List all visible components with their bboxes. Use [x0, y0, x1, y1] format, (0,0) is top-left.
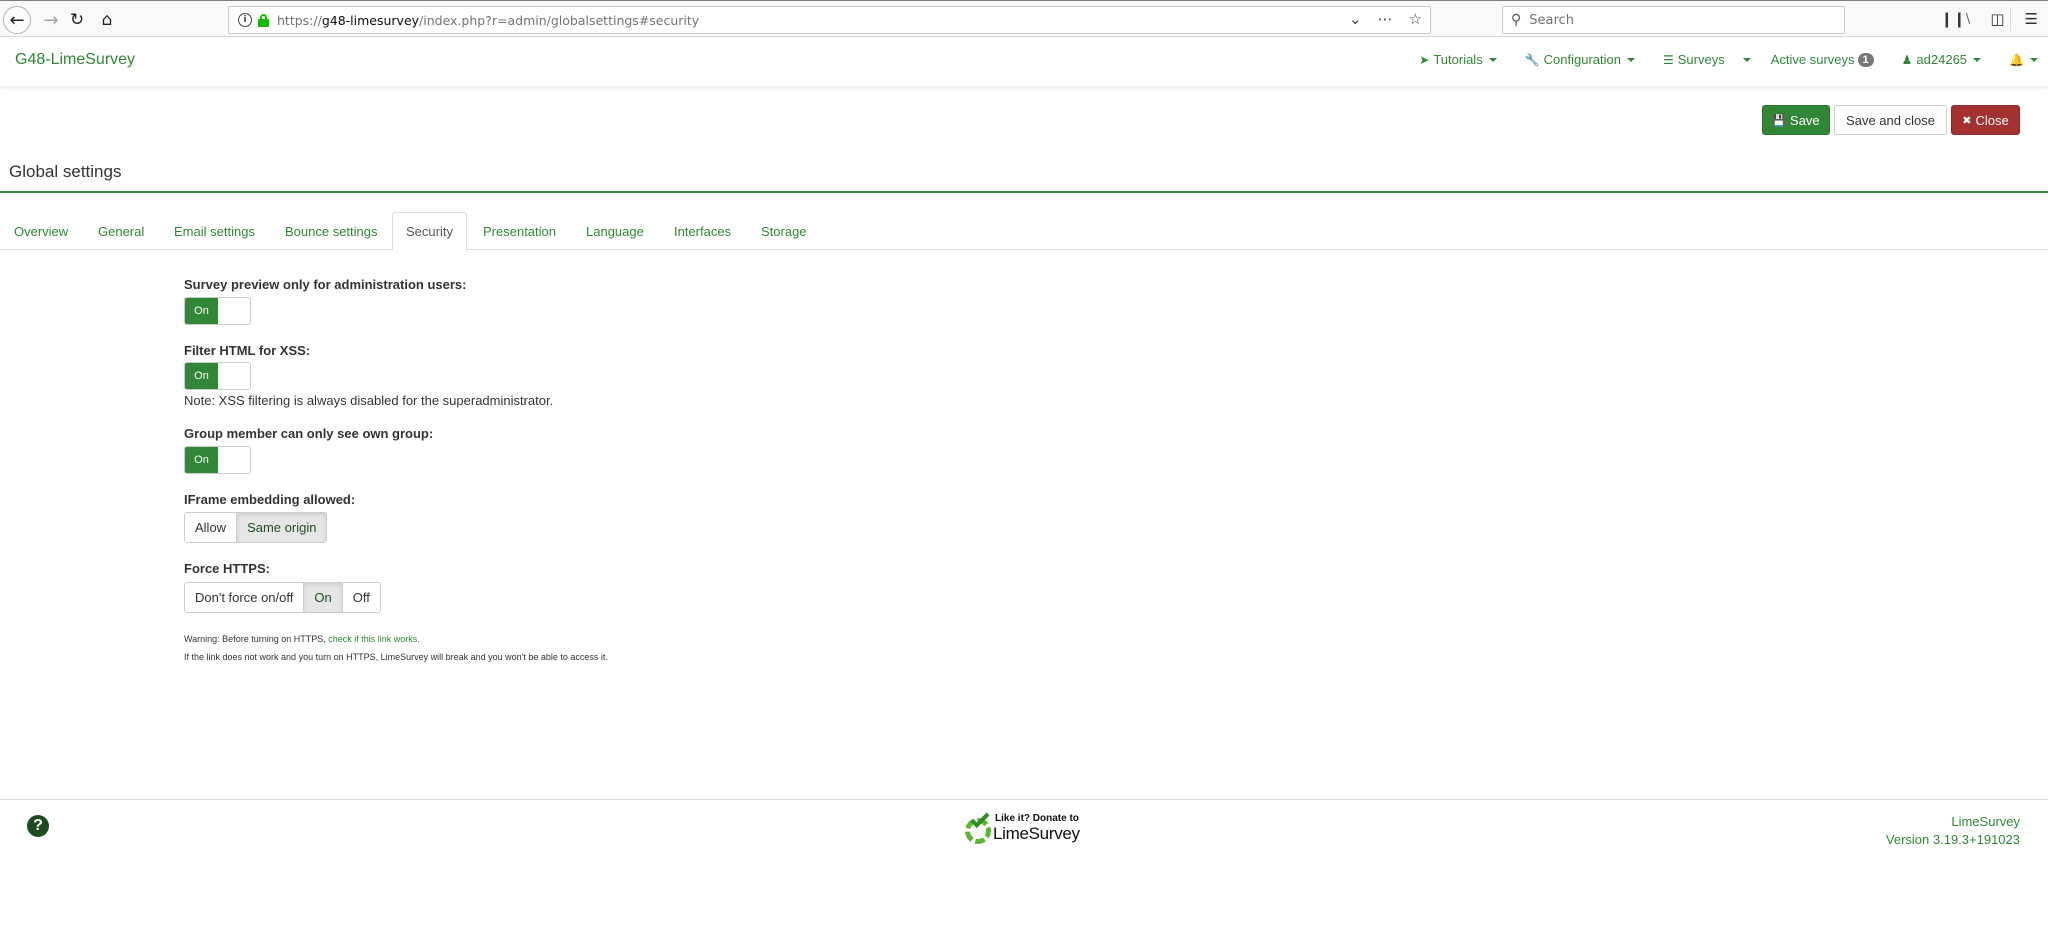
warning-prefix: Warning: Before turning on HTTPS, [184, 634, 329, 644]
tab-bounce-settings[interactable]: Bounce settings [275, 212, 388, 250]
browser-toolbar: ← → ↻ ⌂ i https://g48-limesurvey/index.p… [0, 0, 2048, 37]
footer-version: Version 3.19.3+191023 [1885, 832, 2020, 847]
app-navbar: G48-LimeSurvey ➤ Tutorials 🔧 Configurati… [0, 37, 2048, 87]
nav-label: Tutorials [1433, 52, 1483, 67]
caret-down-icon [1973, 57, 1982, 62]
tab-storage[interactable]: Storage [751, 212, 817, 250]
search-placeholder: Search [1529, 12, 1574, 28]
iframe-same-origin-option[interactable]: Same origin [237, 513, 327, 542]
nav-surveys[interactable]: ☰ Surveys [1663, 52, 1751, 67]
force-https-label: Force HTTPS: [184, 561, 270, 576]
url-bar[interactable]: i https://g48-limesurvey/index.php?r=adm… [228, 6, 1431, 34]
floppy-disk-icon: 💾 [1772, 113, 1787, 127]
rocket-icon: ➤ [1419, 52, 1430, 67]
save-and-close-label: Save and close [1846, 112, 1935, 128]
info-icon[interactable]: i [238, 13, 252, 27]
reload-icon[interactable]: ↻ [63, 6, 91, 34]
save-button[interactable]: 💾 Save [1762, 105, 1830, 135]
help-icon[interactable]: ? [27, 815, 49, 837]
filter-xss-label: Filter HTML for XSS: [184, 343, 311, 358]
brand-link[interactable]: G48-LimeSurvey [15, 51, 135, 69]
library-icon[interactable]: ❙❙⧵ [1940, 10, 1970, 28]
bell-icon: 🔔 [2009, 52, 2024, 67]
url-text[interactable]: https://g48-limesurvey/index.php?r=admin… [277, 13, 699, 28]
group-member-toggle[interactable]: On [184, 446, 251, 474]
donate-brand: LimeSurvey [993, 824, 1080, 843]
more-actions-icon[interactable]: ⋯ [1378, 10, 1393, 28]
caret-down-icon[interactable] [1742, 57, 1751, 62]
page-title: Global settings [9, 162, 122, 181]
search-icon: ⚲ [1511, 12, 1522, 28]
https-dont-force-option[interactable]: Don't force on/off [185, 583, 305, 612]
tab-overview[interactable]: Overview [4, 212, 78, 250]
https-on-option[interactable]: On [304, 583, 343, 612]
lock-icon [258, 13, 269, 27]
dropdown-chevron-icon[interactable]: ⌄ [1349, 10, 1362, 28]
save-label: Save [1790, 112, 1820, 128]
footer-product[interactable]: LimeSurvey [1951, 814, 2020, 829]
close-icon: ✖ [1962, 113, 1972, 127]
settings-tabs: Overview General Email settings Bounce s… [0, 212, 2048, 251]
title-divider [0, 191, 2048, 193]
nav-active-surveys[interactable]: Active surveys 1 [1771, 52, 1874, 67]
nav-label: Configuration [1543, 52, 1621, 67]
caret-down-icon [1626, 57, 1635, 62]
footer-divider [0, 799, 2048, 800]
tab-email-settings[interactable]: Email settings [164, 212, 265, 250]
https-warning: Warning: Before turning on HTTPS, check … [184, 634, 420, 644]
tab-presentation[interactable]: Presentation [473, 212, 566, 250]
list-icon: ☰ [1662, 52, 1674, 67]
user-icon: ♟ [1901, 52, 1913, 67]
iframe-allow-option[interactable]: Allow [185, 513, 238, 542]
donate-text: Like it? Donate to [995, 813, 1079, 824]
tab-interfaces[interactable]: Interfaces [664, 212, 741, 250]
back-icon[interactable]: ← [3, 6, 31, 34]
toggle-on-label: On [185, 363, 218, 389]
toggle-on-label: On [185, 447, 218, 473]
home-icon[interactable]: ⌂ [93, 6, 121, 34]
save-and-close-button[interactable]: Save and close [1834, 105, 1947, 135]
forward-icon[interactable]: → [37, 6, 65, 34]
nav-user[interactable]: ♟ ad24265 [1901, 52, 1982, 67]
active-surveys-badge: 1 [1857, 52, 1874, 67]
nav-label: Active surveys [1770, 52, 1855, 67]
url-path: /index.php?r=admin/globalsettings#securi… [419, 12, 700, 28]
iframe-embedding-label: IFrame embedding allowed: [184, 492, 356, 507]
check-link[interactable]: check if this link works. [328, 634, 420, 644]
url-prefix: https:// [277, 12, 322, 28]
nav-notifications[interactable]: 🔔 [2009, 53, 2038, 67]
donate-link[interactable]: Like it? Donate to LimeSurvey [965, 808, 1085, 846]
survey-preview-toggle[interactable]: On [184, 297, 251, 325]
close-label: Close [1975, 112, 2009, 128]
menu-icon[interactable]: ☰ [2025, 10, 2038, 28]
force-https-group: Don't force on/off On Off [184, 582, 381, 613]
nav-label: ad24265 [1916, 52, 1968, 67]
caret-down-icon [2030, 57, 2038, 62]
filter-xss-toggle[interactable]: On [184, 362, 251, 390]
caret-down-icon [1488, 57, 1497, 62]
tab-security[interactable]: Security [392, 212, 467, 251]
nav-label: Surveys [1677, 52, 1725, 67]
tab-general[interactable]: General [88, 212, 154, 250]
url-host: g48-limesurvey [321, 12, 420, 28]
nav-tutorials[interactable]: ➤ Tutorials [1419, 52, 1497, 67]
bookmark-star-icon[interactable]: ☆ [1409, 10, 1422, 28]
wrench-icon: 🔧 [1524, 52, 1540, 67]
close-button[interactable]: ✖ Close [1951, 105, 2020, 135]
nav-configuration[interactable]: 🔧 Configuration [1525, 52, 1635, 67]
xss-note: Note: XSS filtering is always disabled f… [184, 393, 554, 408]
iframe-embedding-group: Allow Same origin [184, 512, 328, 543]
toggle-on-label: On [185, 298, 218, 324]
toolbar-separator [2010, 7, 2011, 31]
tab-language[interactable]: Language [576, 212, 654, 250]
browser-search-input[interactable]: ⚲ Search [1502, 6, 1845, 34]
https-warning-detail: If the link does not work and you turn o… [184, 652, 608, 662]
group-member-label: Group member can only see own group: [184, 426, 434, 441]
https-off-option[interactable]: Off [342, 583, 380, 612]
sidebar-icon[interactable]: ◫ [1990, 10, 2004, 28]
survey-preview-label: Survey preview only for administration u… [184, 277, 467, 292]
